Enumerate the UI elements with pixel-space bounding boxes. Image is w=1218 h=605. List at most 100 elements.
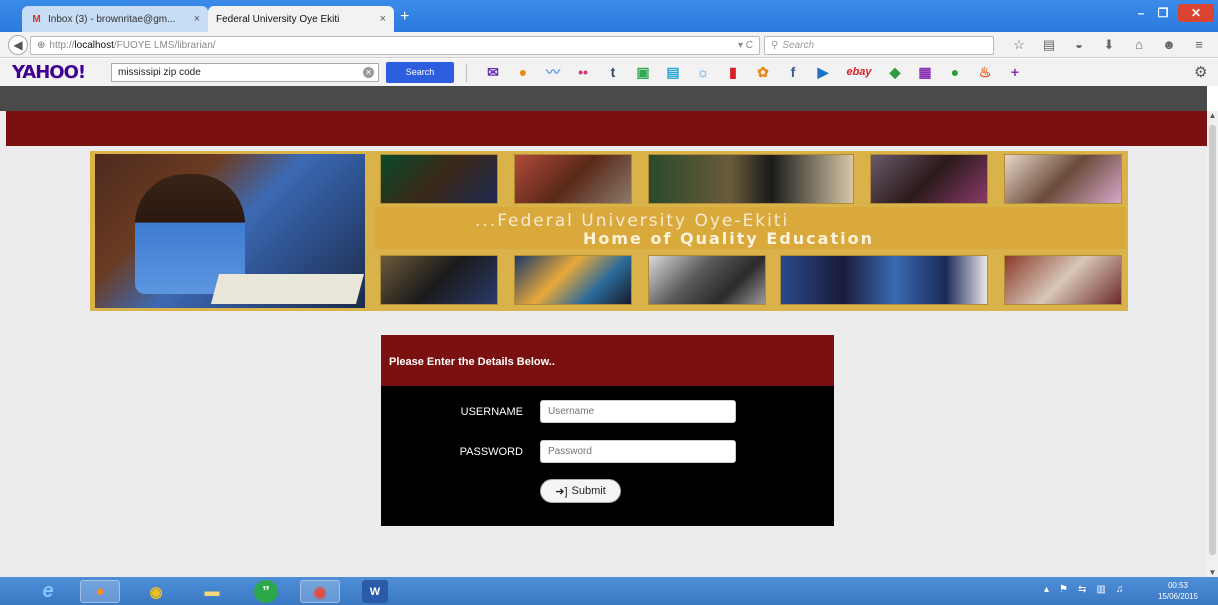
top-dark-band: [0, 86, 1207, 111]
ie-icon[interactable]: e: [28, 580, 68, 603]
yahoo-search-input[interactable]: mississipi zip code ✕: [111, 63, 379, 82]
new-tab-button[interactable]: +: [400, 9, 409, 25]
graduates-group-photo: [780, 255, 988, 305]
submit-label: Submit: [571, 485, 606, 497]
divider: [466, 64, 467, 82]
globe-icon[interactable]: ●: [940, 63, 970, 81]
password-input[interactable]: [540, 440, 736, 463]
pocket-icon[interactable]: ◒: [1064, 37, 1094, 53]
flickr-icon[interactable]: ••: [568, 63, 598, 81]
hangouts-icon[interactable]: ”: [254, 580, 278, 603]
clear-icon[interactable]: ✕: [363, 67, 374, 78]
ebay-icon[interactable]: ebay: [838, 63, 880, 81]
add-icon[interactable]: +: [1000, 63, 1030, 81]
food-icon[interactable]: ♨: [970, 63, 1000, 81]
login-heading: Please Enter the Details Below..: [381, 335, 834, 386]
graduate-photo-2: [870, 154, 988, 204]
language-icon[interactable]: ⇆: [1078, 584, 1086, 595]
star-icon[interactable]: ☆: [1004, 37, 1034, 53]
mail-icon[interactable]: ✉: [478, 63, 508, 81]
browser-search-input[interactable]: ⚲ Search: [764, 36, 994, 55]
minimize-button[interactable]: –: [1130, 4, 1152, 22]
gear-icon[interactable]: ⚙: [1194, 63, 1207, 81]
clock-time: 00:53: [1167, 581, 1189, 590]
show-hidden-icon[interactable]: ▴: [1044, 584, 1049, 595]
tumblr-icon[interactable]: t: [598, 63, 628, 81]
play-icon[interactable]: ▶: [808, 63, 838, 81]
url-path: /FUOYE LMS/librarian/: [113, 40, 216, 51]
system-tray: ▴ ⚑ ⇆ ▥ ♫: [1044, 584, 1123, 595]
sign-in-icon: ➜]: [555, 485, 568, 498]
reload-icon[interactable]: ▾ C: [738, 40, 753, 51]
yahoo-logo[interactable]: YAHOO!: [12, 62, 86, 83]
firefox-icon[interactable]: ●: [80, 580, 120, 603]
graduate-photo: [380, 154, 498, 204]
page-viewport: ...Federal University Oye-Ekiti Home of …: [0, 86, 1207, 577]
tag-icon[interactable]: ◆: [880, 63, 910, 81]
password-label: PASSWORD: [459, 446, 523, 458]
movie-icon[interactable]: ▦: [910, 63, 940, 81]
search-icon: ⚲: [771, 40, 779, 51]
tab-inbox[interactable]: M Inbox (3) - brownritae@gm... ×: [22, 6, 208, 32]
scroll-down-icon[interactable]: ▼: [1207, 568, 1218, 577]
yahoo-search-value: mississipi zip code: [118, 67, 201, 78]
flag-icon[interactable]: ⚑: [1059, 584, 1068, 595]
chat-icon[interactable]: ☻: [1154, 37, 1184, 53]
url-protocol: http://: [49, 40, 75, 51]
page-scrollbar[interactable]: ▲ ▼: [1207, 111, 1218, 577]
university-banner: ...Federal University Oye-Ekiti Home of …: [90, 151, 1128, 311]
library-photo: [1004, 255, 1122, 305]
network-icon[interactable]: ▥: [1096, 584, 1105, 595]
book-shape: [210, 274, 365, 304]
globe-icon: ⊕: [37, 40, 46, 51]
close-tab-icon[interactable]: ×: [380, 13, 386, 25]
graduate-photo-3: [380, 255, 498, 305]
folder-icon[interactable]: ▬: [192, 580, 232, 603]
yahoo-shortcut-icons: ✉ ● 〰 •• t ▣ ▤ ☼ ▮ ✿ f ▶ ebay ◆ ▦ ● ♨ +: [478, 63, 1030, 81]
yahoo-toolbar: YAHOO! mississipi zip code ✕ Search ✉ ● 〰 •…: [0, 59, 1218, 86]
url-host: localhost: [74, 40, 114, 51]
news-icon[interactable]: ▤: [658, 63, 688, 81]
download-icon[interactable]: ⬇: [1094, 37, 1124, 53]
maximize-button[interactable]: ❐: [1152, 4, 1174, 22]
close-tab-icon[interactable]: ×: [194, 13, 200, 25]
browser-titlebar: M Inbox (3) - brownritae@gm... × Federal…: [0, 0, 1218, 32]
flower-icon[interactable]: ✿: [748, 63, 778, 81]
clock[interactable]: 00:53 15/06/2015: [1146, 580, 1210, 602]
weather-icon[interactable]: ☼: [688, 63, 718, 81]
header-red-band: [6, 111, 1207, 146]
clock-date: 15/06/2015: [1157, 592, 1199, 601]
banner-line-2: Home of Quality Education: [583, 229, 874, 248]
answers-icon[interactable]: ▣: [628, 63, 658, 81]
reading-list-icon[interactable]: ▤: [1034, 37, 1064, 53]
username-label: USERNAME: [460, 406, 523, 418]
close-window-button[interactable]: ✕: [1178, 4, 1214, 22]
back-button[interactable]: ◀: [8, 35, 28, 55]
word-icon[interactable]: W: [362, 580, 388, 603]
username-input[interactable]: [540, 400, 736, 423]
finance-icon[interactable]: 〰: [538, 63, 568, 81]
scroll-up-icon[interactable]: ▲: [1207, 111, 1218, 120]
facebook-icon[interactable]: f: [778, 63, 808, 81]
chrome-icon-2[interactable]: ◉: [300, 580, 340, 603]
student-photo-2: [514, 154, 632, 204]
url-bar[interactable]: ⊕ http:// localhost /FUOYE LMS/librarian…: [30, 36, 760, 55]
search-placeholder: Search: [782, 40, 815, 51]
gmail-icon: M: [32, 13, 41, 25]
computer-lab-photo: [648, 255, 766, 305]
submit-button[interactable]: ➜] Submit: [540, 479, 621, 503]
tab-fuoye[interactable]: Federal University Oye Ekiti ×: [208, 6, 394, 32]
basketball-icon[interactable]: ●: [508, 63, 538, 81]
home-icon[interactable]: ⌂: [1124, 37, 1154, 53]
login-panel: Please Enter the Details Below.. USERNAM…: [381, 335, 834, 526]
banner-line-1: ...Federal University Oye-Ekiti: [475, 211, 790, 231]
scroll-thumb[interactable]: [1209, 125, 1216, 555]
chrome-icon[interactable]: ◉: [136, 580, 176, 603]
yahoo-search-button[interactable]: Search: [386, 62, 454, 83]
bookmark-icon[interactable]: ▮: [718, 63, 748, 81]
windows-taskbar: e ● ◉ ▬ ” ◉ W ▴ ⚑ ⇆ ▥ ♫ 00:53 15/06/2015: [0, 577, 1218, 605]
menu-icon[interactable]: ≡: [1184, 37, 1214, 53]
volume-icon[interactable]: ♫: [1116, 584, 1124, 595]
student-photo-3: [648, 154, 854, 204]
tab-label: Federal University Oye Ekiti: [216, 13, 340, 25]
